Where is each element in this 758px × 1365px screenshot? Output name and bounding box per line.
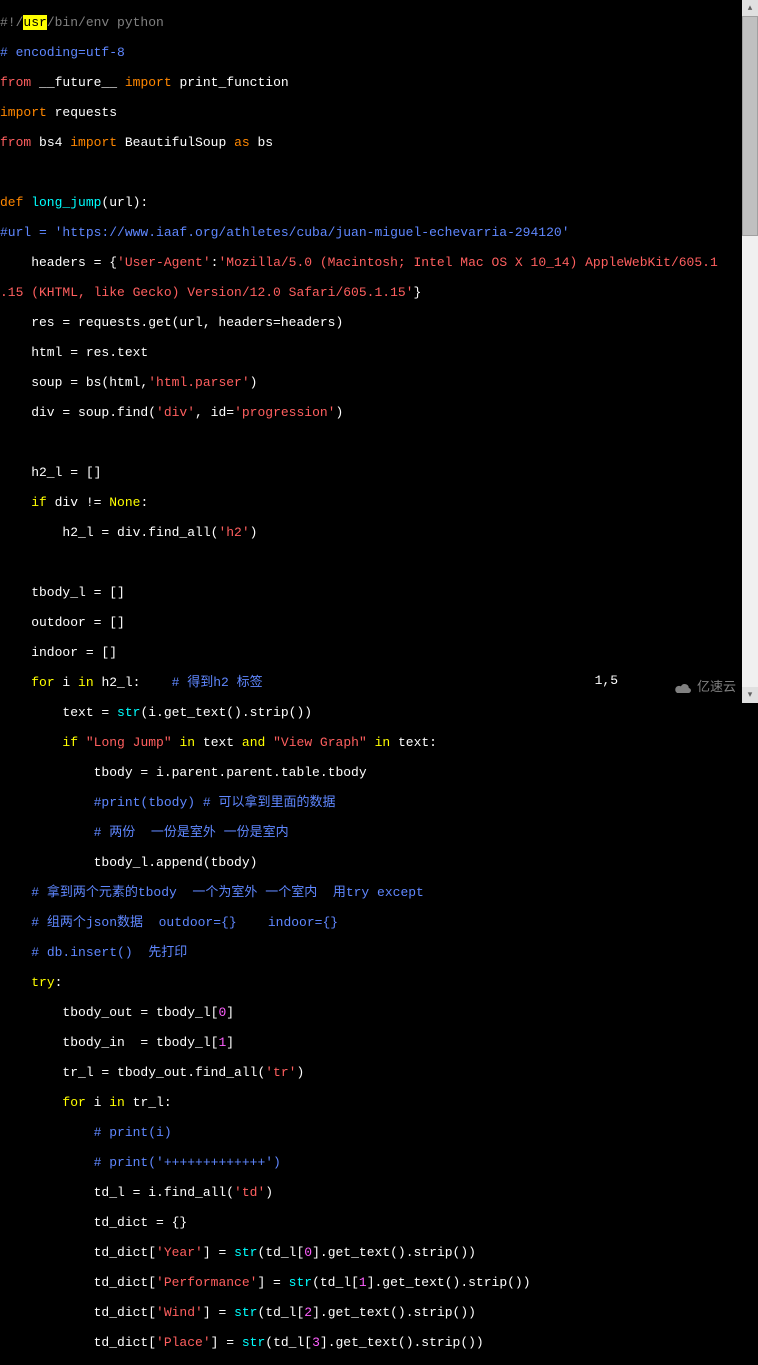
- code-line: tbody_out = tbody_l[0]: [0, 1005, 758, 1020]
- code-line: # db.insert() 先打印: [0, 945, 758, 960]
- code-line: for i in tr_l:: [0, 1095, 758, 1110]
- code-line: tbody_l = []: [0, 585, 758, 600]
- code-line: text = str(i.get_text().strip()): [0, 705, 758, 720]
- code-line: if "Long Jump" in text and "View Graph" …: [0, 735, 758, 750]
- code-line: headers = {'User-Agent':'Mozilla/5.0 (Ma…: [0, 255, 758, 270]
- code-line: [0, 435, 758, 450]
- code-line: .15 (KHTML, like Gecko) Version/12.0 Saf…: [0, 285, 758, 300]
- code-line: for i in h2_l: # 得到h2 标签: [0, 675, 758, 690]
- code-line: indoor = []: [0, 645, 758, 660]
- code-line: from __future__ import print_function: [0, 75, 758, 90]
- code-line: # 两份 一份是室外 一份是室内: [0, 825, 758, 840]
- code-line: td_dict['Year'] = str(td_l[0].get_text()…: [0, 1245, 758, 1260]
- code-line: def long_jump(url):: [0, 195, 758, 210]
- cloud-icon: [673, 681, 693, 695]
- code-line: td_l = i.find_all('td'): [0, 1185, 758, 1200]
- search-highlight: usr: [23, 15, 46, 30]
- code-line: td_dict['Place'] = str(td_l[3].get_text(…: [0, 1335, 758, 1350]
- code-line: td_dict = {}: [0, 1215, 758, 1230]
- code-line: from bs4 import BeautifulSoup as bs: [0, 135, 758, 150]
- code-line: tbody_l.append(tbody): [0, 855, 758, 870]
- code-line: # 拿到两个元素的tbody 一个为室外 一个室内 用try except: [0, 885, 758, 900]
- code-line: h2_l = []: [0, 465, 758, 480]
- code-line: #url = 'https://www.iaaf.org/athletes/cu…: [0, 225, 758, 240]
- code-line: div = soup.find('div', id='progression'): [0, 405, 758, 420]
- code-line: td_dict['Performance'] = str(td_l[1].get…: [0, 1275, 758, 1290]
- code-line: if div != None:: [0, 495, 758, 510]
- cursor-position: 1,5: [595, 673, 618, 688]
- watermark-text: 亿速云: [697, 680, 736, 695]
- code-line: h2_l = div.find_all('h2'): [0, 525, 758, 540]
- code-line: #!/usr/bin/env python: [0, 15, 758, 30]
- code-line: tr_l = tbody_out.find_all('tr'): [0, 1065, 758, 1080]
- code-line: [0, 165, 758, 180]
- code-line: tbody = i.parent.parent.table.tbody: [0, 765, 758, 780]
- code-line: import requests: [0, 105, 758, 120]
- code-line: soup = bs(html,'html.parser'): [0, 375, 758, 390]
- code-line: outdoor = []: [0, 615, 758, 630]
- code-line: # encoding=utf-8: [0, 45, 758, 60]
- code-line: [0, 555, 758, 570]
- scroll-down-button[interactable]: ▾: [742, 687, 758, 703]
- code-line: # print(i): [0, 1125, 758, 1140]
- scrollbar-track[interactable]: ▴ ▾: [742, 0, 758, 703]
- code-line: html = res.text: [0, 345, 758, 360]
- code-line: td_dict['Wind'] = str(td_l[2].get_text()…: [0, 1305, 758, 1320]
- code-line: # print('+++++++++++++'): [0, 1155, 758, 1170]
- code-line: try:: [0, 975, 758, 990]
- code-line: #print(tbody) # 可以拿到里面的数据: [0, 795, 758, 810]
- code-editor[interactable]: #!/usr/bin/env python # encoding=utf-8 f…: [0, 0, 758, 1365]
- scrollbar-thumb[interactable]: [742, 16, 758, 236]
- watermark: 亿速云: [673, 680, 736, 695]
- scroll-up-button[interactable]: ▴: [742, 0, 758, 16]
- code-line: res = requests.get(url, headers=headers): [0, 315, 758, 330]
- code-line: tbody_in = tbody_l[1]: [0, 1035, 758, 1050]
- code-line: # 组两个json数据 outdoor={} indoor={}: [0, 915, 758, 930]
